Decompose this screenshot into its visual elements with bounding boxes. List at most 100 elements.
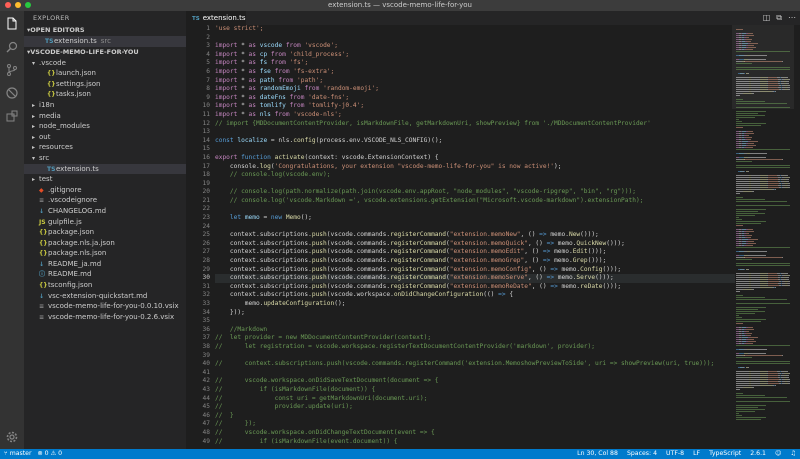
gear-icon[interactable] [5, 430, 19, 444]
code-editor[interactable]: 1 2 3 4 5 6 7 8 9 10 11 12 13 14 15 16 17 18 19 20 21 22 23 24 2… [186, 25, 800, 449]
language-mode[interactable]: TypeScript [709, 449, 741, 459]
code-line[interactable] [215, 128, 735, 137]
file-tree-item[interactable]: ▸ media [24, 111, 186, 122]
file-tree-item[interactable]: ▸ resources [24, 142, 186, 153]
file-tree-item[interactable]: ≡ vscode-memo-life-for-you-0.0.10.vsix [24, 301, 186, 312]
file-tree-item[interactable]: {}package.json [24, 227, 186, 238]
open-preview-icon[interactable]: ⧉ [776, 13, 782, 23]
code-line[interactable]: // let provider = new MDDocumentContentP… [215, 334, 735, 343]
code-line[interactable]: context.subscriptions.push(vscode.comman… [215, 248, 735, 257]
code-line[interactable]: context.subscriptions.push(vscode.comman… [215, 231, 735, 240]
code-line[interactable]: import * as path from 'path'; [215, 77, 735, 86]
files-icon[interactable] [5, 17, 19, 31]
code-line[interactable] [215, 205, 735, 214]
file-tree-item[interactable]: ▸ out [24, 132, 186, 143]
encoding[interactable]: UTF-8 [666, 449, 684, 459]
file-tree-item[interactable]: ≡ .vscodeignore [24, 195, 186, 206]
code-line[interactable]: // if (isMarkdownFile(event.document)) { [215, 438, 735, 447]
code-line[interactable]: })); [215, 309, 735, 318]
file-tree-item[interactable]: ↓ CHANGELOG.md [24, 206, 186, 217]
code-line[interactable] [215, 223, 735, 232]
file-tree-item[interactable]: {}tsconfig.json [24, 280, 186, 291]
code-line[interactable]: // context.subscriptions.push(vscode.com… [215, 360, 735, 369]
code-line[interactable]: context.subscriptions.push(vscode.comman… [215, 266, 735, 275]
file-tree-item[interactable]: ▸ test [24, 174, 186, 185]
code-line[interactable]: // vscode.workspace.onDidChangeTextDocum… [215, 429, 735, 438]
file-tree-item[interactable]: ▸ node_modules [24, 121, 186, 132]
code-line[interactable]: const localize = nls.config(process.env.… [215, 137, 735, 146]
code-line[interactable] [215, 180, 735, 189]
file-tree-item[interactable]: JS gulpfile.js [24, 217, 186, 228]
code-line[interactable]: let memo = new Memo(); [215, 214, 735, 223]
code-line[interactable]: import * as dateFns from 'date-fns'; [215, 94, 735, 103]
minimap[interactable] [732, 25, 794, 449]
code-line[interactable]: // console.log(path.normalize(path.join(… [215, 188, 735, 197]
file-tree-item[interactable]: ▸ i18n [24, 100, 186, 111]
source-control-icon[interactable] [5, 63, 19, 77]
code-line[interactable]: // console.log(vscode.env); [215, 171, 735, 180]
code-line[interactable]: // if (isMarkdownFile(document)) { [215, 386, 735, 395]
branch-indicator[interactable]: ⑂ master [4, 449, 32, 459]
debug-icon[interactable] [5, 86, 19, 100]
code-line[interactable]: import * as randomEmoji from 'random-emo… [215, 85, 735, 94]
file-tree-item[interactable]: {}launch.json [24, 68, 186, 79]
code-line[interactable]: context.subscriptions.push(vscode.comman… [215, 257, 735, 266]
code-line[interactable]: // import {MDDocumentContentProvider, is… [215, 120, 735, 129]
code-line[interactable]: import * as fs from 'fs'; [215, 59, 735, 68]
code-line[interactable]: // }); [215, 420, 735, 429]
code-line[interactable]: //Markdown [215, 326, 735, 335]
more-actions-icon[interactable]: ⋯ [788, 13, 796, 23]
file-tree-item[interactable]: ≡ vscode-memo-life-for-you-0.2.6.vsix [24, 312, 186, 323]
code-line[interactable]: // vscode.workspace.onDidSaveTextDocumen… [215, 377, 735, 386]
code-line[interactable]: context.subscriptions.push(vscode.comman… [215, 283, 735, 292]
indentation[interactable]: Spaces: 4 [627, 449, 657, 459]
file-tree-item[interactable]: ↓ README_ja.md [24, 259, 186, 270]
code-line[interactable]: import * as fse from 'fs-extra'; [215, 68, 735, 77]
code-line[interactable] [215, 317, 735, 326]
code-line[interactable] [215, 369, 735, 378]
extensions-icon[interactable] [5, 109, 19, 123]
code-line[interactable]: 'use strict'; [215, 25, 735, 34]
code-line[interactable] [215, 34, 735, 43]
typescript-version[interactable]: 2.6.1 [750, 449, 766, 459]
file-tree-item[interactable]: {}package.nls.ja.json [24, 238, 186, 249]
tab-extension-ts[interactable]: TS extension.ts [186, 11, 246, 25]
code-line[interactable]: // } [215, 412, 735, 421]
file-tree-item[interactable]: TSextension.ts src [24, 36, 186, 47]
code-line[interactable]: // const uri = getMarkdownUri(document.u… [215, 395, 735, 404]
code-line[interactable] [215, 352, 735, 361]
feedback-icon[interactable]: ☺ [775, 449, 781, 459]
code-line[interactable] [215, 145, 735, 154]
code-line[interactable]: // provider.update(uri); [215, 403, 735, 412]
search-icon[interactable] [5, 40, 19, 54]
file-tree-item[interactable]: {}settings.json [24, 79, 186, 90]
end-of-line[interactable]: LF [693, 449, 700, 459]
cursor-position[interactable]: Ln 30, Col 88 [577, 449, 618, 459]
code-line[interactable]: import * as cp from 'child_process'; [215, 51, 735, 60]
open-editors-section[interactable]: ▾OPEN EDITORS [24, 25, 186, 36]
code-line[interactable]: import * as vscode from 'vscode'; [215, 42, 735, 51]
code-line[interactable]: context.subscriptions.push(vscode.worksp… [215, 291, 735, 300]
file-tree-item[interactable]: ↓ vsc-extension-quickstart.md [24, 291, 186, 302]
file-tree-item[interactable]: ▾ src [24, 153, 186, 164]
problems-indicator[interactable]: ⊗ 0 ⚠ 0 [38, 449, 63, 459]
project-section[interactable]: ▾VSCODE-MEMO-LIFE-FOR-YOU [24, 47, 186, 58]
file-tree-item[interactable]: ◆ .gitignore [24, 185, 186, 196]
code-line[interactable]: export function activate(context: vscode… [215, 154, 735, 163]
code-line[interactable]: import * as tomlify from 'tomlify-j0.4'; [215, 102, 735, 111]
file-tree-item[interactable]: TSextension.ts [24, 163, 186, 175]
code-content[interactable]: 'use strict'; import * as vscode from 'vs… [215, 25, 735, 446]
code-line[interactable]: console.log('Congratulations, your exten… [215, 163, 735, 172]
split-editor-icon[interactable]: ◫ [763, 13, 771, 23]
code-line[interactable]: import * as nls from 'vscode-nls'; [215, 111, 735, 120]
file-tree-item[interactable]: {}tasks.json [24, 89, 186, 100]
code-line[interactable]: // let registration = vscode.workspace.r… [215, 343, 735, 352]
code-line[interactable]: memo.updateConfiguration(); [215, 300, 735, 309]
file-tree-item[interactable]: ▾ .vscode [24, 58, 186, 69]
file-tree-item[interactable]: ⓘ README.md [24, 269, 186, 280]
code-line[interactable]: context.subscriptions.push(vscode.comman… [215, 240, 735, 249]
file-tree-item[interactable]: {}package.nls.json [24, 248, 186, 259]
code-line[interactable]: context.subscriptions.push(vscode.comman… [215, 274, 735, 283]
code-line[interactable]: // console.log('vscode.Markdown =', vsco… [215, 197, 735, 206]
notifications-icon[interactable]: ♫ [790, 449, 796, 459]
